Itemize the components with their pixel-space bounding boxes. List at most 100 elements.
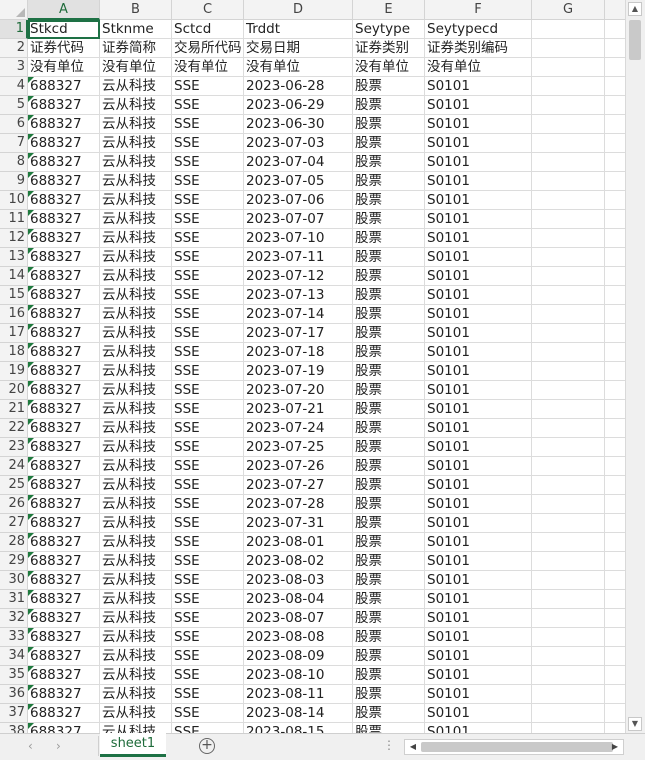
cell[interactable]: 交易日期: [244, 39, 353, 58]
row-header[interactable]: 4: [0, 77, 28, 96]
cell[interactable]: [532, 343, 605, 362]
cell[interactable]: [605, 723, 625, 733]
cell[interactable]: [532, 533, 605, 552]
cell[interactable]: 2023-07-06: [244, 191, 353, 210]
cell[interactable]: 688327: [28, 134, 100, 153]
column-header-g[interactable]: G: [532, 0, 605, 20]
cell[interactable]: Stknme: [100, 20, 172, 39]
cell[interactable]: 云从科技: [100, 96, 172, 115]
cell[interactable]: [605, 191, 625, 210]
cell[interactable]: 股票: [353, 609, 425, 628]
cell[interactable]: S0101: [425, 267, 532, 286]
cell[interactable]: 2023-07-03: [244, 134, 353, 153]
row-header[interactable]: 14: [0, 267, 28, 286]
up-triangle-icon[interactable]: ▲: [628, 2, 642, 16]
cell[interactable]: 云从科技: [100, 723, 172, 733]
cell[interactable]: SSE: [172, 381, 244, 400]
cell[interactable]: 证券代码: [28, 39, 100, 58]
cell[interactable]: [532, 96, 605, 115]
cell[interactable]: 证券类别编码: [425, 39, 532, 58]
row-header[interactable]: 33: [0, 628, 28, 647]
row-header[interactable]: 6: [0, 115, 28, 134]
cell[interactable]: 2023-08-02: [244, 552, 353, 571]
cell[interactable]: 云从科技: [100, 172, 172, 191]
cell[interactable]: 股票: [353, 305, 425, 324]
cell[interactable]: 688327: [28, 229, 100, 248]
cell[interactable]: 688327: [28, 305, 100, 324]
cell[interactable]: [605, 647, 625, 666]
cell[interactable]: SSE: [172, 286, 244, 305]
cell[interactable]: [605, 457, 625, 476]
cell[interactable]: 云从科技: [100, 400, 172, 419]
row-header[interactable]: 26: [0, 495, 28, 514]
cell[interactable]: 2023-07-05: [244, 172, 353, 191]
cell[interactable]: S0101: [425, 229, 532, 248]
cell[interactable]: 证券类别: [353, 39, 425, 58]
cell[interactable]: SSE: [172, 533, 244, 552]
column-header-c[interactable]: C: [172, 0, 244, 20]
cell[interactable]: SSE: [172, 229, 244, 248]
cell[interactable]: 没有单位: [100, 58, 172, 77]
cell[interactable]: 688327: [28, 324, 100, 343]
cell[interactable]: [532, 134, 605, 153]
cell[interactable]: [532, 286, 605, 305]
cell[interactable]: 2023-08-07: [244, 609, 353, 628]
cell[interactable]: 688327: [28, 533, 100, 552]
row-header[interactable]: 22: [0, 419, 28, 438]
cell[interactable]: S0101: [425, 343, 532, 362]
cell[interactable]: SSE: [172, 172, 244, 191]
cell[interactable]: SSE: [172, 628, 244, 647]
cell[interactable]: 股票: [353, 419, 425, 438]
cell[interactable]: 688327: [28, 419, 100, 438]
horizontal-scroll-thumb[interactable]: [421, 742, 613, 752]
row-header[interactable]: 5: [0, 96, 28, 115]
cell[interactable]: 2023-07-24: [244, 419, 353, 438]
cell[interactable]: SSE: [172, 267, 244, 286]
row-header[interactable]: 15: [0, 286, 28, 305]
down-triangle-icon[interactable]: ▼: [628, 717, 642, 731]
cell[interactable]: S0101: [425, 134, 532, 153]
cell[interactable]: SSE: [172, 666, 244, 685]
cell[interactable]: [605, 400, 625, 419]
cell[interactable]: S0101: [425, 628, 532, 647]
cell[interactable]: 688327: [28, 571, 100, 590]
cell[interactable]: [605, 685, 625, 704]
cell[interactable]: [605, 153, 625, 172]
row-header[interactable]: 8: [0, 153, 28, 172]
cell[interactable]: 股票: [353, 552, 425, 571]
cell[interactable]: 云从科技: [100, 343, 172, 362]
cell[interactable]: S0101: [425, 191, 532, 210]
row-header[interactable]: 7: [0, 134, 28, 153]
cell[interactable]: SSE: [172, 571, 244, 590]
cell[interactable]: [532, 457, 605, 476]
cell[interactable]: [605, 419, 625, 438]
cell[interactable]: 云从科技: [100, 77, 172, 96]
cell[interactable]: [605, 666, 625, 685]
cell[interactable]: 2023-06-28: [244, 77, 353, 96]
cell[interactable]: S0101: [425, 590, 532, 609]
cell[interactable]: 2023-07-25: [244, 438, 353, 457]
cell[interactable]: SSE: [172, 115, 244, 134]
cell[interactable]: S0101: [425, 666, 532, 685]
cell[interactable]: [532, 58, 605, 77]
row-header[interactable]: 23: [0, 438, 28, 457]
cell[interactable]: [532, 39, 605, 58]
cell[interactable]: 没有单位: [353, 58, 425, 77]
cell[interactable]: 没有单位: [28, 58, 100, 77]
cell[interactable]: [605, 476, 625, 495]
row-header[interactable]: 24: [0, 457, 28, 476]
cell[interactable]: 云从科技: [100, 324, 172, 343]
cell[interactable]: [532, 476, 605, 495]
cell[interactable]: SSE: [172, 438, 244, 457]
cell[interactable]: 交易所代码: [172, 39, 244, 58]
cell[interactable]: [532, 419, 605, 438]
row-header[interactable]: 32: [0, 609, 28, 628]
cell[interactable]: S0101: [425, 77, 532, 96]
row-header[interactable]: 37: [0, 704, 28, 723]
cell[interactable]: S0101: [425, 324, 532, 343]
cell[interactable]: 2023-07-20: [244, 381, 353, 400]
cell[interactable]: Trddt: [244, 20, 353, 39]
cell[interactable]: SSE: [172, 153, 244, 172]
cell[interactable]: 股票: [353, 191, 425, 210]
cell[interactable]: [532, 704, 605, 723]
